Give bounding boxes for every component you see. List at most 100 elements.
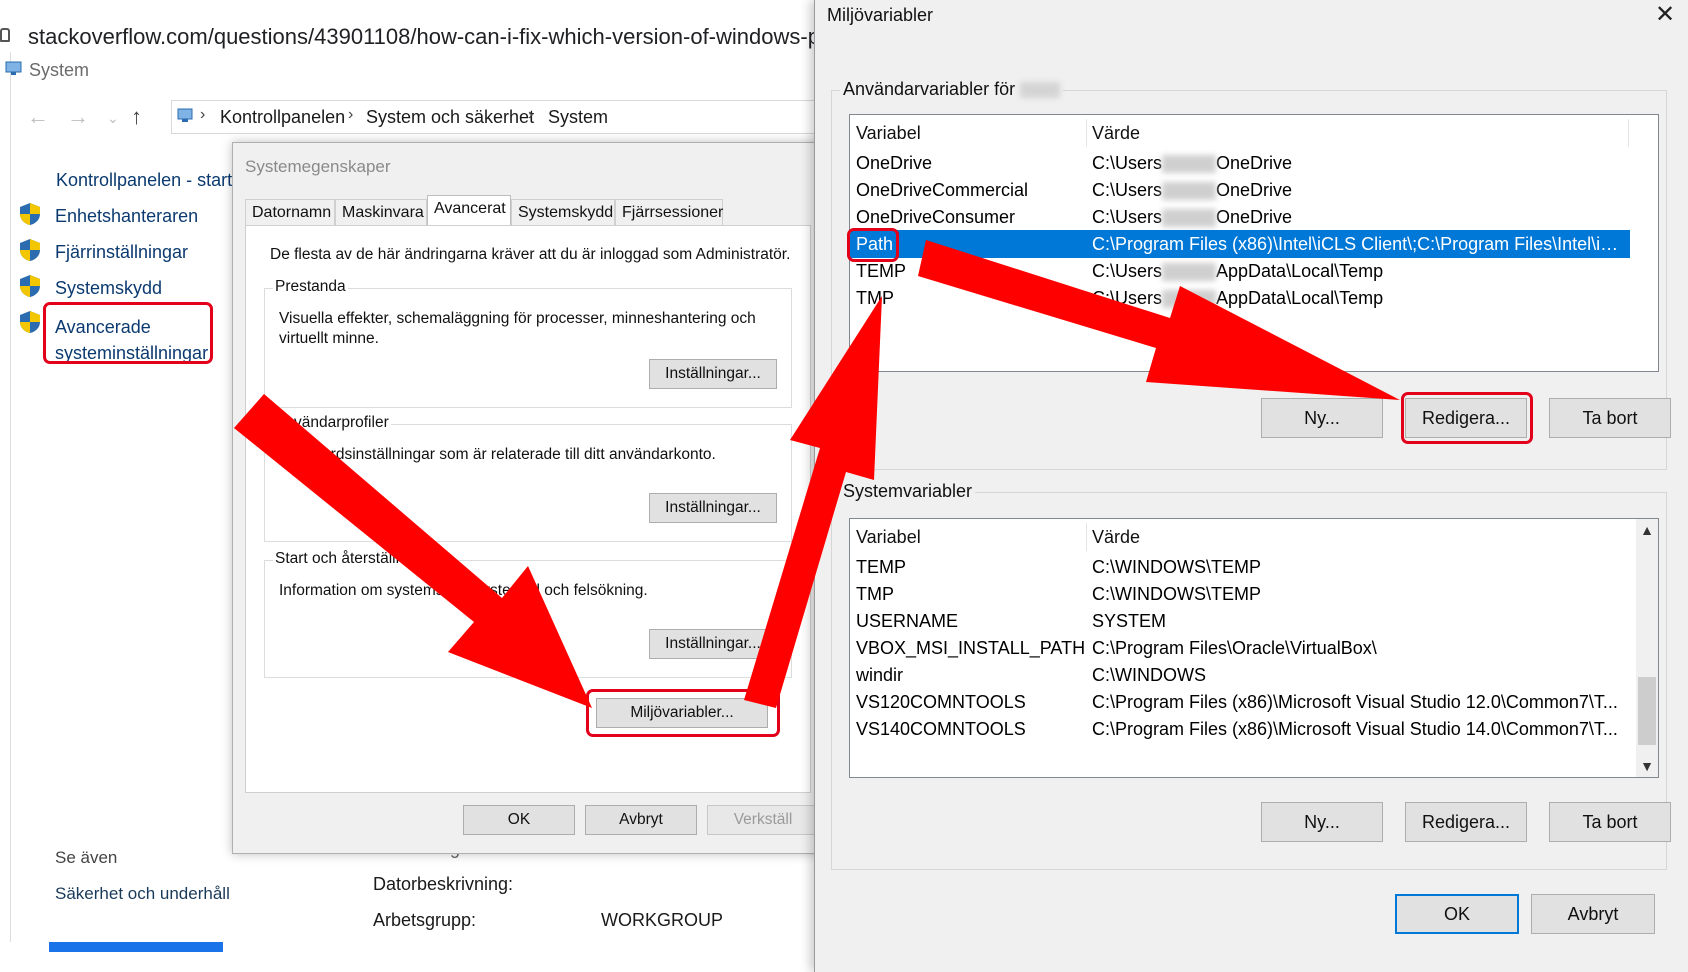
chevron-right-icon: › (348, 106, 354, 123)
column-separator (1086, 523, 1087, 551)
breadcrumb-item[interactable]: System och säkerhet (366, 107, 534, 128)
chevron-down-icon[interactable]: ⌄ (107, 110, 119, 127)
address-bar[interactable]: › Kontrollpanelen › System och säkerhet … (171, 100, 821, 134)
scrollbar[interactable]: ▲ ▼ (1636, 519, 1658, 777)
user-new-button[interactable]: Ny... (1261, 398, 1383, 438)
tab-advanced[interactable]: Avancerat (427, 195, 511, 225)
variable-value: C:\Program Files (x86)\Intel\iCLS Client… (1092, 234, 1622, 254)
tab-computer-name[interactable]: Datornamn (245, 199, 335, 225)
tab-remote[interactable]: Fjärrsessioner (615, 199, 723, 225)
system-edit-button[interactable]: Redigera... (1405, 802, 1527, 842)
computer-icon (177, 108, 193, 122)
variable-name: VS140COMNTOOLS (856, 719, 1026, 739)
performance-group: Prestanda Visuella effekter, schemaläggn… (264, 278, 792, 408)
user-delete-button[interactable]: Ta bort (1549, 398, 1671, 438)
list-item[interactable]: VS120COMNTOOLS C:\Program Files (x86)\Mi… (850, 688, 1630, 716)
browser-url-bar[interactable]: stackoverflow.com/questions/43901108/how… (0, 22, 832, 52)
left-item-system-protection[interactable]: Systemskydd (55, 278, 162, 299)
window-title: System (29, 60, 90, 80)
breadcrumb-item[interactable]: Kontrollpanelen (220, 107, 345, 128)
variable-name: VBOX_MSI_INSTALL_PATH (856, 638, 1086, 658)
shield-icon (20, 239, 40, 261)
lock-icon (0, 28, 10, 42)
group-text: Visuella effekter, schemaläggning för pr… (279, 310, 756, 347)
list-item[interactable]: TEMP C:\Users AppData\Local\Temp (850, 257, 1630, 285)
cancel-button[interactable]: Avbryt (1531, 894, 1655, 934)
close-icon[interactable]: ✕ (1655, 0, 1675, 29)
ok-button[interactable]: OK (1395, 894, 1519, 934)
list-item[interactable]: TMP C:\WINDOWS\TEMP (850, 580, 1630, 608)
variable-value: C:\Program Files (x86)\Microsoft Visual … (1092, 719, 1618, 739)
scroll-down-icon[interactable]: ▼ (1636, 755, 1658, 777)
apply-button[interactable]: Verkställ (707, 805, 819, 835)
left-item-remote-settings[interactable]: Fjärrinställningar (55, 242, 188, 263)
chevron-right-icon: › (528, 106, 534, 123)
variable-value: C:\Users OneDrive (1092, 153, 1293, 174)
highlight-advanced-settings (43, 302, 213, 364)
variable-value: C:\WINDOWS (1092, 665, 1206, 685)
highlight-edit-button (1401, 392, 1533, 444)
user-profiles-group: Användarprofiler Skrivbordsinställningar… (264, 414, 792, 542)
system-new-button[interactable]: Ny... (1261, 802, 1383, 842)
list-item[interactable]: OneDriveCommercial C:\Users OneDrive (850, 176, 1630, 204)
back-arrow-icon[interactable]: ← (27, 104, 49, 130)
taskbar-highlight (49, 942, 223, 952)
scroll-up-icon[interactable]: ▲ (1636, 519, 1658, 541)
see-also-heading: Se även (55, 848, 118, 867)
variable-value: SYSTEM (1092, 611, 1167, 631)
system-delete-button[interactable]: Ta bort (1549, 802, 1671, 842)
system-variables-list[interactable]: Variabel Värde TEMP C:\WINDOWS\TEMP TMP … (849, 518, 1659, 778)
forward-arrow-icon[interactable]: → (67, 104, 89, 130)
tab-system-protection[interactable]: Systemskydd (511, 199, 615, 225)
shield-icon (20, 275, 40, 297)
list-item[interactable]: OneDrive C:\Users OneDrive (850, 149, 1630, 177)
list-item[interactable]: TMP C:\Users AppData\Local\Temp (850, 284, 1630, 312)
group-label: Användarprofiler (273, 414, 391, 432)
column-separator (1086, 119, 1087, 147)
column-header-variable[interactable]: Variabel (856, 523, 921, 551)
list-item[interactable]: VBOX_MSI_INSTALL_PATH C:\Program Files\O… (850, 634, 1630, 662)
ok-button[interactable]: OK (463, 805, 575, 835)
group-label: Systemvariabler (840, 481, 976, 502)
highlight-path-row (847, 228, 899, 262)
list-item[interactable]: USERNAME SYSTEM (850, 607, 1630, 635)
system-icon (5, 61, 22, 75)
startup-settings-button[interactable]: Inställningar... (649, 629, 777, 659)
cancel-button[interactable]: Avbryt (585, 805, 697, 835)
breadcrumb-item[interactable]: System (548, 107, 608, 128)
user-profiles-settings-button[interactable]: Inställningar... (649, 493, 777, 523)
group-label: Användarvariabler för (840, 79, 1064, 100)
variable-name: TEMP (856, 557, 907, 577)
variable-value: C:\Program Files\Oracle\VirtualBox\ (1092, 638, 1377, 658)
left-pane-title[interactable]: Kontrollpanelen - start (56, 170, 232, 191)
group-label: Start och återställning (273, 550, 427, 568)
left-item-device-manager[interactable]: Enhetshanteraren (55, 206, 198, 227)
chevron-right-icon: › (200, 106, 206, 123)
column-header-variable[interactable]: Variabel (856, 119, 921, 147)
highlight-env-button (586, 689, 780, 737)
startup-recovery-group: Start och återställning Information om s… (264, 550, 792, 678)
dialog-title: Miljövariabler (827, 5, 934, 25)
info-value: WORKGROUP (601, 910, 724, 930)
variable-name: OneDriveCommercial (856, 180, 1029, 200)
tab-hardware[interactable]: Maskinvara (335, 199, 427, 225)
column-header-value[interactable]: Värde (1092, 119, 1622, 147)
column-header-value[interactable]: Värde (1092, 523, 1622, 551)
variable-value: C:\WINDOWS\TEMP (1092, 584, 1261, 604)
performance-settings-button[interactable]: Inställningar... (649, 359, 777, 389)
list-item[interactable]: VS140COMNTOOLS C:\Program Files (x86)\Mi… (850, 715, 1630, 743)
list-item[interactable]: TEMP C:\WINDOWS\TEMP (850, 553, 1630, 581)
up-arrow-icon[interactable]: ↑ (131, 104, 142, 130)
variable-name: TMP (856, 584, 894, 604)
list-item[interactable]: OneDriveConsumer C:\Users OneDrive (850, 203, 1630, 231)
list-header: Variabel Värde (850, 523, 1630, 551)
browser-url[interactable]: stackoverflow.com/questions/43901108/how… (28, 24, 832, 50)
user-variables-list[interactable]: Variabel Värde OneDrive C:\Users OneDrive… (849, 114, 1659, 372)
scroll-thumb[interactable] (1638, 677, 1656, 745)
list-item[interactable]: windir C:\WINDOWS (850, 661, 1630, 689)
group-text: Skrivbordsinställningar som är relaterad… (279, 446, 716, 463)
variable-value: C:\Users OneDrive (1092, 207, 1293, 228)
security-maintenance-link[interactable]: Säkerhet och underhåll (55, 884, 230, 904)
list-item-selected[interactable]: Path C:\Program Files (x86)\Intel\iCLS C… (850, 230, 1630, 258)
variable-value: C:\WINDOWS\TEMP (1092, 557, 1261, 577)
